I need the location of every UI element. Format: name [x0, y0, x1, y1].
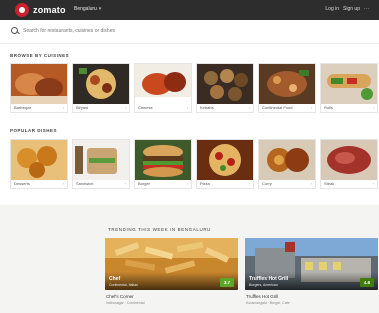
tile-label: Kebabs — [200, 105, 214, 110]
tile-label: Sandwich — [76, 181, 94, 186]
chevron-right-icon: › — [310, 181, 312, 186]
card-2-image-subtitle: Burgers, American — [249, 283, 278, 287]
tile-barbeque[interactable]: Barbeque › — [10, 63, 68, 113]
pizza-image — [197, 140, 253, 180]
tile-label: Curry — [262, 181, 272, 186]
card-2-image-title: Truffles Hot Grill — [249, 276, 289, 282]
logo-icon — [15, 3, 29, 17]
signup-link[interactable]: Sign up — [343, 6, 360, 12]
tile-biryani[interactable]: Biryani › — [72, 63, 130, 113]
top-navigation-bar: zomato Bengaluru ▾ Log in Sign up ··· — [0, 0, 379, 20]
card-2-meta: Koramangala · Burger, Cafe — [246, 301, 290, 305]
cuisines-section-title: Browse by cuisines — [10, 53, 70, 58]
more-menu-icon[interactable]: ··· — [364, 6, 369, 12]
tile-rolls[interactable]: Rolls › — [320, 63, 378, 113]
city-selector[interactable]: Bengaluru ▾ — [74, 6, 101, 12]
burger-image — [135, 140, 191, 180]
tile-label: Chinese — [138, 105, 153, 110]
card-1-meta: Indiranagar · Continental — [106, 301, 145, 305]
tile-label: Steak — [324, 181, 335, 186]
tile-pizza[interactable]: Pizza › — [196, 139, 254, 189]
desserts-image — [11, 140, 67, 180]
tile-steak[interactable]: Steak › — [320, 139, 378, 189]
chevron-right-icon: › — [310, 105, 312, 110]
card-1-image-title: Chef — [109, 276, 121, 282]
tile-kebabs[interactable]: Kebabs › — [196, 63, 254, 113]
trending-title: Trending this week in Bengaluru — [108, 227, 212, 232]
barbeque-image — [11, 64, 67, 104]
tile-sandwich[interactable]: Sandwich › — [72, 139, 130, 189]
steak-image — [321, 140, 377, 180]
tile-chinese[interactable]: Chinese › — [134, 63, 192, 113]
card-1-image-subtitle: Continental, Italian — [109, 283, 138, 287]
chevron-right-icon: › — [248, 105, 250, 110]
tile-burger[interactable]: Burger › — [134, 139, 192, 189]
sandwich-image — [73, 140, 129, 180]
tile-label: Pizza — [200, 181, 210, 186]
chevron-right-icon: › — [124, 105, 126, 110]
city-name: Bengaluru — [74, 6, 97, 12]
search-icon[interactable] — [10, 26, 20, 36]
chevron-right-icon: › — [372, 181, 374, 186]
tile-desserts[interactable]: Desserts › — [10, 139, 68, 189]
tile-label: Biryani — [76, 105, 89, 110]
tile-label: Barbeque — [14, 105, 32, 110]
tile-label: Desserts — [14, 181, 30, 186]
tile-label: Burger — [138, 181, 151, 186]
brand-logo[interactable]: zomato — [15, 3, 66, 17]
biryani-image — [73, 64, 129, 104]
trending-card-1[interactable]: Chef Continental, Italian 3.7 — [105, 238, 238, 290]
trending-card-2[interactable]: Truffles Hot Grill Burgers, American 4.6 — [245, 238, 378, 290]
card-overlay — [105, 272, 238, 290]
curry-image — [259, 140, 315, 180]
continental-image — [259, 64, 315, 104]
rating-badge: 3.7 — [220, 278, 234, 287]
chevron-right-icon: › — [186, 105, 188, 110]
tile-label: Continental Food — [262, 105, 293, 110]
kebabs-image — [197, 64, 253, 104]
chevron-right-icon: › — [124, 181, 126, 186]
chevron-right-icon: › — [62, 105, 64, 110]
tile-label: Rolls — [324, 105, 333, 110]
brand-name: zomato — [33, 5, 66, 15]
chevron-down-icon: ▾ — [98, 6, 102, 12]
dish-tiles: Desserts › Sandwich › Burger › Pizza › C… — [10, 139, 378, 189]
card-2-name[interactable]: Truffles Hot Grill — [246, 294, 278, 299]
card-1-name[interactable]: Chef's Corner — [106, 294, 134, 299]
dishes-section-title: Popular dishes — [10, 128, 58, 133]
chinese-image — [135, 64, 191, 104]
account-links: Log in Sign up ··· — [325, 6, 369, 12]
rolls-image — [321, 64, 377, 104]
login-link[interactable]: Log in — [325, 6, 339, 12]
chevron-right-icon: › — [62, 181, 64, 186]
cuisine-tiles: Barbeque › Biryani › Chinese › Kebabs › … — [10, 63, 378, 113]
chevron-right-icon: › — [372, 105, 374, 110]
chevron-right-icon: › — [186, 181, 188, 186]
rating-badge: 4.6 — [360, 278, 374, 287]
tile-continental[interactable]: Continental Food › — [258, 63, 316, 113]
search-input[interactable] — [23, 26, 223, 36]
chevron-right-icon: › — [248, 181, 250, 186]
tile-curry[interactable]: Curry › — [258, 139, 316, 189]
header-divider — [0, 43, 379, 44]
search-bar — [10, 24, 372, 38]
